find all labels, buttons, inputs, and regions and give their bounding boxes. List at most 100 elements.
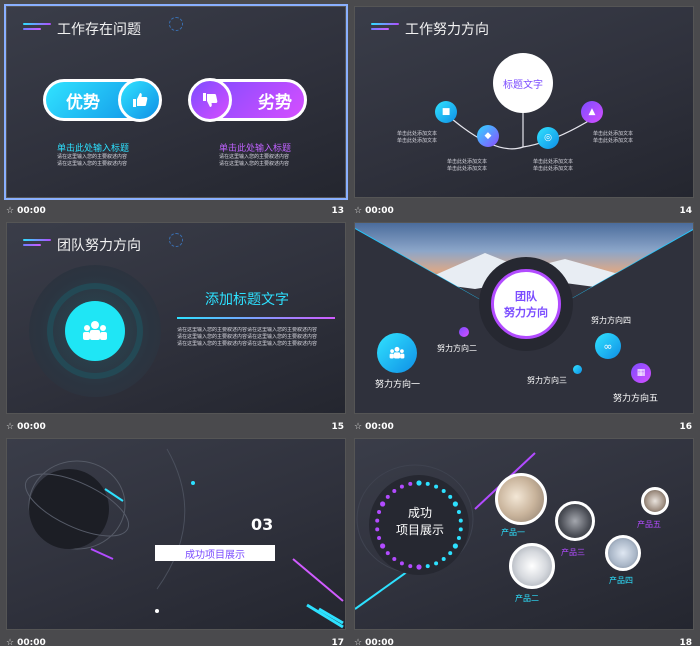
slide-number: 18 — [679, 638, 692, 646]
slide-number: 14 — [679, 206, 692, 216]
note-text: 单击此处添加文本 单击此处添加文本 — [593, 131, 634, 144]
center-circle: 团队 努力方向 — [491, 269, 561, 339]
slide-title: 工作存在问题 — [57, 22, 141, 38]
decor-circle — [169, 233, 183, 247]
slide-timing: ☆ 00:00 — [6, 206, 46, 216]
ring-dot — [425, 564, 430, 569]
slide-number: 17 — [331, 638, 344, 646]
ring-dot — [385, 551, 390, 556]
ring-dot — [399, 484, 404, 489]
ring-dot — [375, 518, 380, 523]
disadvantage-pill: 劣势 — [188, 78, 307, 122]
right-text-block: 单击此处输入标题 请在这里输入您的主要叙述内容 请在这里输入您的主要叙述内容 — [219, 141, 291, 168]
slide-timing: ☆ 00:00 — [354, 206, 394, 216]
ring-dot — [456, 510, 461, 515]
ring-dot — [448, 494, 453, 499]
section-heading: 添加标题文字 — [205, 292, 289, 308]
center-title-circle: 标题文字 — [493, 53, 553, 113]
title-decoration — [23, 21, 53, 35]
transition-star-icon: ☆ — [354, 638, 363, 646]
ring-dot — [408, 564, 413, 569]
product-label: 产品二 — [515, 594, 539, 603]
ring-dot — [458, 518, 463, 523]
slide-title: 团队努力方向 — [57, 238, 141, 254]
chat-icon: ◆ — [477, 125, 499, 147]
wifi-icon: ◎ — [537, 127, 559, 149]
slide-preview[interactable]: 03 成功项目展示 — [6, 438, 346, 630]
direction-label: 努力方向三 — [527, 376, 567, 385]
team-icon — [65, 301, 125, 361]
thumbs-down-icon — [188, 78, 232, 122]
ring-dot — [458, 527, 463, 532]
slide-preview[interactable]: 成功 项目展示 产品一 产品二 产品三 产品四 产品五 — [354, 438, 694, 630]
ring-dot — [434, 484, 439, 489]
ring-dot — [416, 480, 422, 486]
team-icon — [377, 333, 417, 373]
ring-dot — [385, 494, 390, 499]
ring-dot — [377, 535, 382, 540]
section-title-bar: 成功项目展示 — [155, 545, 275, 561]
dot-marker — [459, 327, 469, 337]
product-photo — [509, 543, 555, 589]
decor-circle — [169, 17, 183, 31]
product-photo — [495, 473, 547, 525]
slide-preview[interactable]: 团队努力方向 添加标题文字 请在这里输入您的主要叙述内容请在这里输入您的主要叙述… — [6, 222, 346, 414]
center-line1: 团队 — [515, 290, 537, 303]
product-photo — [641, 487, 669, 515]
ring-dot — [392, 489, 397, 494]
center-line2: 努力方向 — [504, 306, 548, 319]
product-photo — [605, 535, 641, 571]
link-icon: ∞ — [595, 333, 621, 359]
left-text-block: 单击此处输入标题 请在这里输入您的主要叙述内容 请在这里输入您的主要叙述内容 — [57, 141, 129, 168]
title-decoration — [23, 237, 53, 251]
product-label: 产品三 — [561, 548, 585, 557]
slide-preview[interactable]: 工作存在问题 优势 劣势 单击此处输入标题 请在这里输入您的主要叙述内容 请在这… — [4, 4, 348, 200]
transition-star-icon: ☆ — [6, 422, 15, 432]
slide-preview[interactable]: 团队 努力方向 ∞ ▦ 努力方向一 努力方向二 努力方向三 努力方向四 努力方向… — [354, 222, 694, 414]
note-text: 单击此处添加文本 单击此处添加文本 — [447, 159, 488, 172]
ring-dot — [416, 564, 422, 570]
section-title: 成功项目展示 — [185, 549, 245, 561]
center-line2: 项目展示 — [395, 523, 444, 537]
thumbs-up-icon: ▲ — [581, 101, 603, 123]
grid-icon: ▦ — [631, 363, 651, 383]
left-heading: 单击此处输入标题 — [57, 144, 130, 154]
product-label: 产品四 — [609, 576, 633, 585]
dot-marker — [573, 365, 582, 374]
planet-graphic — [24, 448, 344, 629]
ring-dot — [452, 543, 458, 549]
disadvantage-label: 劣势 — [258, 92, 292, 113]
ring-dot — [434, 561, 439, 566]
advantage-label: 优势 — [66, 92, 100, 113]
transition-star-icon: ☆ — [6, 638, 15, 646]
transition-star-icon: ☆ — [354, 206, 363, 216]
direction-label: 努力方向五 — [613, 394, 659, 404]
right-line: 请在这里输入您的主要叙述内容 — [219, 161, 290, 167]
slide-timing: ☆ 00:00 — [6, 422, 46, 432]
ring-dot — [448, 551, 453, 556]
center-text: 成功 项目展示 — [385, 505, 455, 539]
slide-timing: ☆ 00:00 — [6, 638, 46, 646]
ring-dot — [408, 481, 413, 486]
direction-label: 努力方向二 — [437, 344, 477, 353]
left-line: 请在这里输入您的主要叙述内容 — [57, 154, 128, 160]
product-photo — [555, 501, 595, 541]
right-line: 请在这里输入您的主要叙述内容 — [219, 154, 290, 160]
center-line1: 成功 — [407, 506, 432, 520]
center-title: 标题文字 — [503, 79, 543, 91]
note-text: 单击此处添加文本 单击此处添加文本 — [533, 159, 574, 172]
slide-number: 16 — [679, 422, 692, 432]
ring-dot — [441, 556, 446, 561]
box-icon: ■ — [435, 101, 457, 123]
slide-number: 15 — [331, 422, 344, 432]
ring-dot — [380, 543, 386, 549]
ring-dot — [377, 510, 382, 515]
note-text: 单击此处添加文本 单击此处添加文本 — [397, 131, 438, 144]
slide-number: 13 — [331, 206, 344, 216]
ring-dot — [399, 561, 404, 566]
body-text: 请在这里输入您的主要叙述内容请在这里输入您的主要叙述内容 请在这里输入您的主要叙… — [177, 327, 318, 347]
transition-star-icon: ☆ — [6, 206, 15, 216]
ring-dot — [441, 489, 446, 494]
slide-timing: ☆ 00:00 — [354, 422, 394, 432]
slide-preview[interactable]: 工作努力方向 标题文字 ■ ◆ ◎ ▲ 单击此处添加文本 单击此处添加文本 单击此… — [354, 6, 694, 198]
